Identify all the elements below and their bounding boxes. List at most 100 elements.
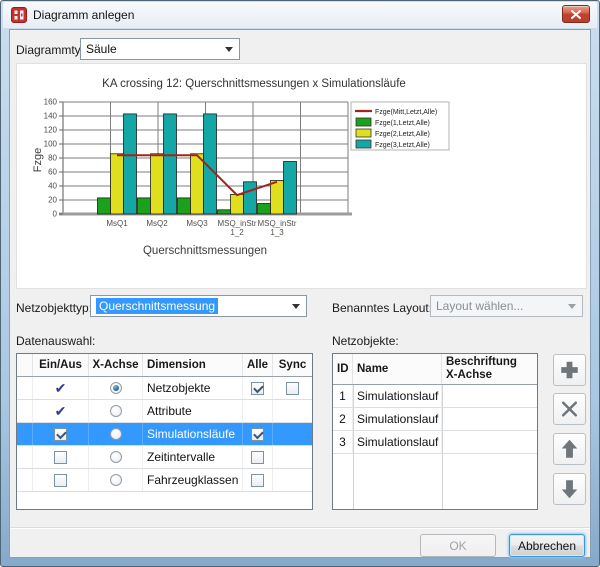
- ein-aus-checkbox[interactable]: [54, 451, 67, 464]
- column-header: Ein/Aus: [33, 354, 89, 376]
- netzobjekte-label: Netzobjekte:: [332, 334, 399, 348]
- beschriftung-cell[interactable]: [442, 431, 537, 453]
- svg-text:60: 60: [48, 168, 57, 177]
- client-area: Diagrammtyp: Säule 020406080100120140160…: [9, 29, 591, 558]
- table-cell: [89, 469, 143, 491]
- svg-text:Fzge: Fzge: [32, 148, 44, 172]
- name-cell: Simulationslauf 1: [353, 385, 442, 407]
- chart-panel: 020406080100120140160MsQ1MsQ2MsQ3MSQ_inS…: [16, 63, 587, 289]
- datenauswahl-table[interactable]: Ein/AusX-AchseDimensionAlleSync✔Netzobje…: [16, 353, 313, 510]
- table-cell: [17, 469, 33, 491]
- column-header: X-Achse: [89, 354, 143, 376]
- x-achse-radio[interactable]: [110, 428, 122, 440]
- add-button[interactable]: [553, 354, 586, 386]
- id-cell: 3: [333, 431, 353, 453]
- chevron-down-icon: [292, 304, 300, 309]
- datenauswahl-header: Ein/AusX-AchseDimensionAlleSync: [17, 354, 312, 377]
- svg-text:Fzge(1,Letzt,Alle): Fzge(1,Letzt,Alle): [375, 120, 430, 127]
- table-cell: [17, 446, 33, 468]
- dialog-window: Diagramm anlegen Diagrammtyp: Säule 0204…: [0, 0, 600, 567]
- chevron-down-icon: [568, 304, 576, 309]
- diagrammtyp-combobox[interactable]: Säule: [80, 38, 240, 60]
- chevron-down-icon: [225, 47, 233, 52]
- alle-checkbox[interactable]: [251, 428, 264, 441]
- table-cell: [243, 400, 273, 422]
- svg-text:KA crossing 12: Querschnittsme: KA crossing 12: Querschnittsmessungen x …: [102, 78, 406, 90]
- netzobjekttyp-combobox[interactable]: Querschnittsmessung: [90, 295, 307, 317]
- close-button[interactable]: [562, 5, 590, 23]
- svg-text:Querschnittsmessungen: Querschnittsmessungen: [143, 245, 267, 257]
- table-row[interactable]: 3Simulationslauf 3: [333, 431, 537, 454]
- table-cell: [273, 446, 312, 468]
- x-achse-radio[interactable]: [110, 474, 122, 486]
- move-down-button[interactable]: [553, 473, 586, 505]
- table-row[interactable]: ✔Netzobjekte: [17, 377, 312, 400]
- table-cell: [89, 446, 143, 468]
- column-header: [17, 354, 33, 376]
- layout-combobox: Layout wählen...: [430, 295, 583, 317]
- table-cell: [243, 423, 273, 445]
- column-header: Dimension: [143, 354, 243, 376]
- alle-checkbox[interactable]: [251, 451, 264, 464]
- window-title: Diagramm anlegen: [33, 8, 134, 22]
- table-row[interactable]: 1Simulationslauf 1: [333, 385, 537, 408]
- column-header: Name: [353, 354, 442, 384]
- arrow-up-icon: [554, 433, 585, 465]
- dimension-label: Simulationsläufe: [143, 423, 243, 445]
- delete-button[interactable]: [553, 393, 586, 425]
- footer-separator: [10, 527, 590, 529]
- svg-text:MSQ_inStr: MSQ_inStr: [257, 219, 296, 228]
- close-icon: [571, 10, 581, 19]
- table-row[interactable]: 2Simulationslauf 2: [333, 408, 537, 431]
- check-mark-icon: ✔: [55, 381, 67, 395]
- table-cell: [17, 423, 33, 445]
- column-header: Sync: [273, 354, 312, 376]
- arrow-down-icon: [554, 473, 585, 505]
- app-icon: [11, 7, 27, 23]
- svg-text:Fzge(Mitt,Letzt,Alle): Fzge(Mitt,Letzt,Alle): [375, 109, 437, 116]
- name-cell: Simulationslauf 2: [353, 408, 442, 430]
- diagrammtyp-value: Säule: [86, 42, 117, 56]
- chart-svg: 020406080100120140160MsQ1MsQ2MsQ3MSQ_inS…: [17, 64, 586, 288]
- ok-button[interactable]: OK: [420, 534, 496, 557]
- column-header: ID: [333, 354, 353, 384]
- table-row[interactable]: ✔Attribute: [17, 400, 312, 423]
- svg-text:0: 0: [53, 210, 58, 219]
- table-cell: [89, 400, 143, 422]
- ein-aus-checkbox[interactable]: [54, 428, 67, 441]
- dimension-label: Zeitintervalle: [143, 446, 243, 468]
- table-row[interactable]: Simulationsläufe: [17, 423, 312, 446]
- table-cell: [273, 400, 312, 422]
- ein-aus-checkbox[interactable]: [54, 474, 67, 487]
- datenauswahl-label: Datenauswahl:: [16, 334, 95, 348]
- netzobjekttyp-label: Netzobjekttyp:: [16, 301, 92, 315]
- table-row[interactable]: Fahrzeugklassen: [17, 469, 312, 492]
- svg-text:1_3: 1_3: [270, 228, 284, 237]
- table-cell: [273, 469, 312, 491]
- dimension-label: Attribute: [143, 400, 243, 422]
- x-achse-radio[interactable]: [110, 405, 122, 417]
- netzobjekte-table[interactable]: IDNameBeschriftung X-Achse1Simulationsla…: [332, 353, 538, 510]
- alle-checkbox[interactable]: [251, 382, 264, 395]
- move-up-button[interactable]: [553, 433, 586, 465]
- svg-text:20: 20: [48, 196, 57, 205]
- name-cell: Simulationslauf 3: [353, 431, 442, 453]
- svg-text:MsQ2: MsQ2: [146, 219, 168, 228]
- alle-checkbox[interactable]: [251, 474, 264, 487]
- column-header: Beschriftung X-Achse: [442, 354, 537, 384]
- sync-checkbox[interactable]: [286, 382, 299, 395]
- svg-text:140: 140: [44, 112, 58, 121]
- svg-text:MSQ_inStr: MSQ_inStr: [217, 219, 256, 228]
- svg-text:160: 160: [44, 98, 58, 107]
- svg-text:100: 100: [44, 140, 58, 149]
- layout-placeholder: Layout wählen...: [436, 299, 523, 313]
- cancel-button[interactable]: Abbrechen: [509, 534, 585, 557]
- table-row[interactable]: Zeitintervalle: [17, 446, 312, 469]
- beschriftung-cell[interactable]: [442, 408, 537, 430]
- table-cell: [33, 469, 89, 491]
- titlebar[interactable]: Diagramm anlegen: [3, 2, 597, 28]
- beschriftung-cell[interactable]: [442, 385, 537, 407]
- x-achse-radio[interactable]: [110, 451, 122, 463]
- svg-text:1_2: 1_2: [230, 228, 244, 237]
- x-achse-radio[interactable]: [110, 382, 122, 394]
